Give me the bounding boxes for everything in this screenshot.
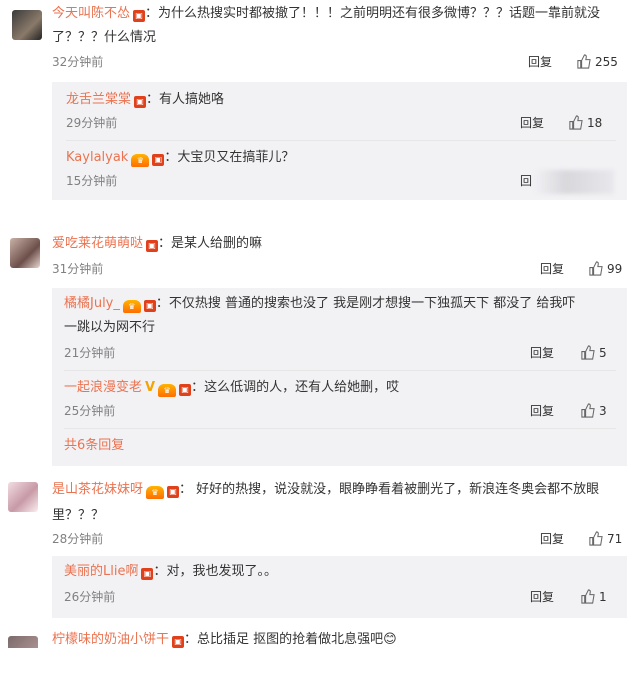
like-count: 3 bbox=[599, 404, 607, 418]
thumbs-up-icon bbox=[569, 115, 583, 130]
reply-button[interactable]: 回复 bbox=[528, 53, 552, 71]
comment-panel-1: 今天叫陈不怂 ▣ ：为什么热搜实时都被撤了！！！之前明明还有很多微博？？？话题一靠前… bbox=[0, 0, 635, 200]
reply-button[interactable]: 回复 bbox=[530, 344, 554, 362]
username-link[interactable]: 爱吃莱花萌萌哒 bbox=[52, 236, 143, 251]
like-button[interactable]: 1 bbox=[580, 588, 607, 606]
reply-time: 26分钟前 bbox=[64, 590, 116, 604]
like-count: 1 bbox=[599, 590, 607, 604]
reply-button[interactable]: 回复 bbox=[530, 588, 554, 606]
username-link[interactable]: Kaylalyak bbox=[66, 150, 128, 165]
username-link[interactable]: 今天叫陈不怂 bbox=[52, 6, 130, 21]
red-envelope-badge-icon: ▣ bbox=[133, 10, 146, 22]
avatar[interactable] bbox=[10, 238, 40, 268]
avatar[interactable] bbox=[8, 482, 38, 512]
username-link[interactable]: 是山茶花妹妹呀 bbox=[52, 482, 143, 497]
reply-text-cont: 一跳以为网不行 bbox=[64, 320, 156, 335]
comment-text: ：总比插足 抠图的抢着做北息强吧😊 bbox=[184, 632, 397, 647]
reply-button[interactable]: 回复 bbox=[530, 402, 554, 420]
more-replies-link[interactable]: 共6条回复 bbox=[64, 436, 124, 456]
like-count: 255 bbox=[595, 55, 618, 69]
vip-crown-icon: ♛ bbox=[122, 300, 141, 313]
thumbs-up-icon bbox=[581, 589, 595, 604]
reply-line: 美丽的Llie啊 ▣ ：对，我也发现了。。 bbox=[64, 562, 277, 582]
like-count: 5 bbox=[599, 346, 607, 360]
comment-text-cont: 里？？？ bbox=[52, 508, 105, 523]
like-button[interactable]: 71 bbox=[588, 530, 622, 548]
thumbs-up-icon bbox=[581, 345, 595, 360]
comment-time: 28分钟前 bbox=[52, 532, 104, 546]
vip-crown-icon: ♛ bbox=[131, 154, 150, 167]
username-link[interactable]: 龙舌兰棠棠 bbox=[66, 92, 131, 107]
thumbs-up-icon bbox=[589, 531, 603, 546]
red-envelope-badge-icon: ▣ bbox=[143, 300, 156, 312]
comment-text-cont: 了？？？什么情况 bbox=[52, 30, 157, 45]
comment-text: ： 好好的热搜，说没就没，眼睁睁看着被删光了，新浪连冬奥会都不放眼 bbox=[179, 482, 600, 497]
thumbs-up-icon bbox=[581, 403, 595, 418]
red-envelope-badge-icon: ▣ bbox=[172, 636, 185, 648]
comment-text: ：是某人给删的嘛 bbox=[158, 236, 263, 251]
reply-text: ：对，我也发现了。。 bbox=[153, 564, 277, 579]
username-link[interactable]: 美丽的Llie啊 bbox=[64, 564, 138, 579]
username-link[interactable]: 一起浪漫变老 bbox=[64, 380, 142, 395]
reply-line: 一起浪漫变老 V ♛ ▣ ：这么低调的人，还有人给她删，哎 bbox=[64, 378, 399, 398]
reply-button[interactable]: 回复 bbox=[540, 260, 564, 278]
reply-list: 橘橘July_ ♛ ▣ ：不仅热搜 普通的搜索也没了 我是刚才想搜一下独孤天下 都没了… bbox=[52, 288, 627, 466]
avatar[interactable] bbox=[12, 10, 42, 40]
reply-button[interactable]: 回复 bbox=[540, 530, 564, 548]
like-button[interactable]: 99 bbox=[588, 260, 622, 278]
red-envelope-badge-icon: ▣ bbox=[179, 384, 192, 396]
like-button[interactable]: 3 bbox=[580, 402, 607, 420]
username-link[interactable]: 橘橘July_ bbox=[64, 296, 120, 311]
verified-v-icon: V bbox=[145, 380, 156, 395]
reply-text: ：有人搞她咯 bbox=[146, 92, 225, 107]
reply-line: 橘橘July_ ♛ ▣ ：不仅热搜 普通的搜索也没了 我是刚才想搜一下独孤天下 都没了… bbox=[64, 294, 575, 314]
divider bbox=[64, 428, 616, 429]
comment-panel-2: 爱吃莱花萌萌哒 ▣ ：是某人给删的嘛 31分钟前 回复 99 橘橘July_ ♛ ▣ ：不… bbox=[0, 228, 635, 648]
red-envelope-badge-icon: ▣ bbox=[167, 486, 180, 498]
reply-line: Kaylalyak ♛ ▣ ：大宝贝又在搞菲儿？ bbox=[66, 148, 294, 168]
comment-line: 爱吃莱花萌萌哒 ▣ ：是某人给删的嘛 bbox=[52, 234, 262, 254]
divider bbox=[66, 140, 616, 141]
reply-time: 21分钟前 bbox=[64, 346, 116, 360]
reply-button[interactable]: 回复 bbox=[520, 114, 544, 132]
avatar[interactable] bbox=[8, 636, 38, 648]
like-button[interactable]: 18 bbox=[568, 114, 602, 132]
reply-text: ：不仅热搜 普通的搜索也没了 我是刚才想搜一下独孤天下 都没了 给我吓 bbox=[155, 296, 576, 311]
reply-time: 25分钟前 bbox=[64, 404, 116, 418]
comment-time: 31分钟前 bbox=[52, 262, 104, 276]
vip-crown-icon: ♛ bbox=[146, 486, 165, 499]
red-envelope-badge-icon: ▣ bbox=[134, 96, 147, 108]
divider bbox=[64, 370, 616, 371]
like-count: 71 bbox=[607, 532, 623, 546]
thumbs-up-icon bbox=[589, 261, 603, 276]
panel-gap bbox=[0, 200, 635, 228]
comment-line: 柠檬味的奶油小饼干 ▣ ：总比插足 抠图的抢着做北息强吧😊 bbox=[52, 630, 397, 648]
comment-text: ：为什么热搜实时都被撤了！！！之前明明还有很多微博？？？话题一靠前就没 bbox=[145, 6, 601, 21]
like-count: 18 bbox=[587, 116, 603, 130]
like-button[interactable]: 5 bbox=[580, 344, 607, 362]
comment-line: 是山茶花妹妹呀 ♛ ▣： 好好的热搜，说没就没，眼睁睁看着被删光了，新浪连冬奥会都不… bbox=[52, 480, 599, 500]
reply-time: 15分钟前 bbox=[66, 174, 118, 188]
reply-list: 龙舌兰棠棠 ▣ ：有人搞她咯 29分钟前 回复 18 Kaylalyak ♛ ▣ ：大宝贝… bbox=[52, 82, 627, 200]
reply-list: 美丽的Llie啊 ▣ ：对，我也发现了。。 26分钟前 回复 1 bbox=[52, 556, 627, 618]
reply-button[interactable]: 回 bbox=[520, 172, 532, 190]
reply-line: 龙舌兰棠棠 ▣ ：有人搞她咯 bbox=[66, 90, 224, 110]
red-envelope-badge-icon: ▣ bbox=[152, 154, 165, 166]
comment-line: 今天叫陈不怂 ▣ ：为什么热搜实时都被撤了！！！之前明明还有很多微博？？？话题一靠前… bbox=[52, 4, 600, 24]
thumbs-up-icon bbox=[577, 54, 591, 69]
reply-text: ：这么低调的人，还有人给她删，哎 bbox=[191, 380, 400, 395]
reply-time: 29分钟前 bbox=[66, 116, 118, 130]
username-link[interactable]: 柠檬味的奶油小饼干 bbox=[52, 632, 169, 647]
vip-crown-icon: ♛ bbox=[158, 384, 177, 397]
like-button[interactable]: 255 bbox=[576, 53, 618, 71]
red-envelope-badge-icon: ▣ bbox=[146, 240, 159, 252]
comment-time: 32分钟前 bbox=[52, 55, 104, 69]
like-count: 99 bbox=[607, 262, 623, 276]
reply-text: ：大宝贝又在搞菲儿？ bbox=[164, 150, 295, 165]
blurred-region bbox=[534, 170, 614, 194]
red-envelope-badge-icon: ▣ bbox=[141, 568, 154, 580]
